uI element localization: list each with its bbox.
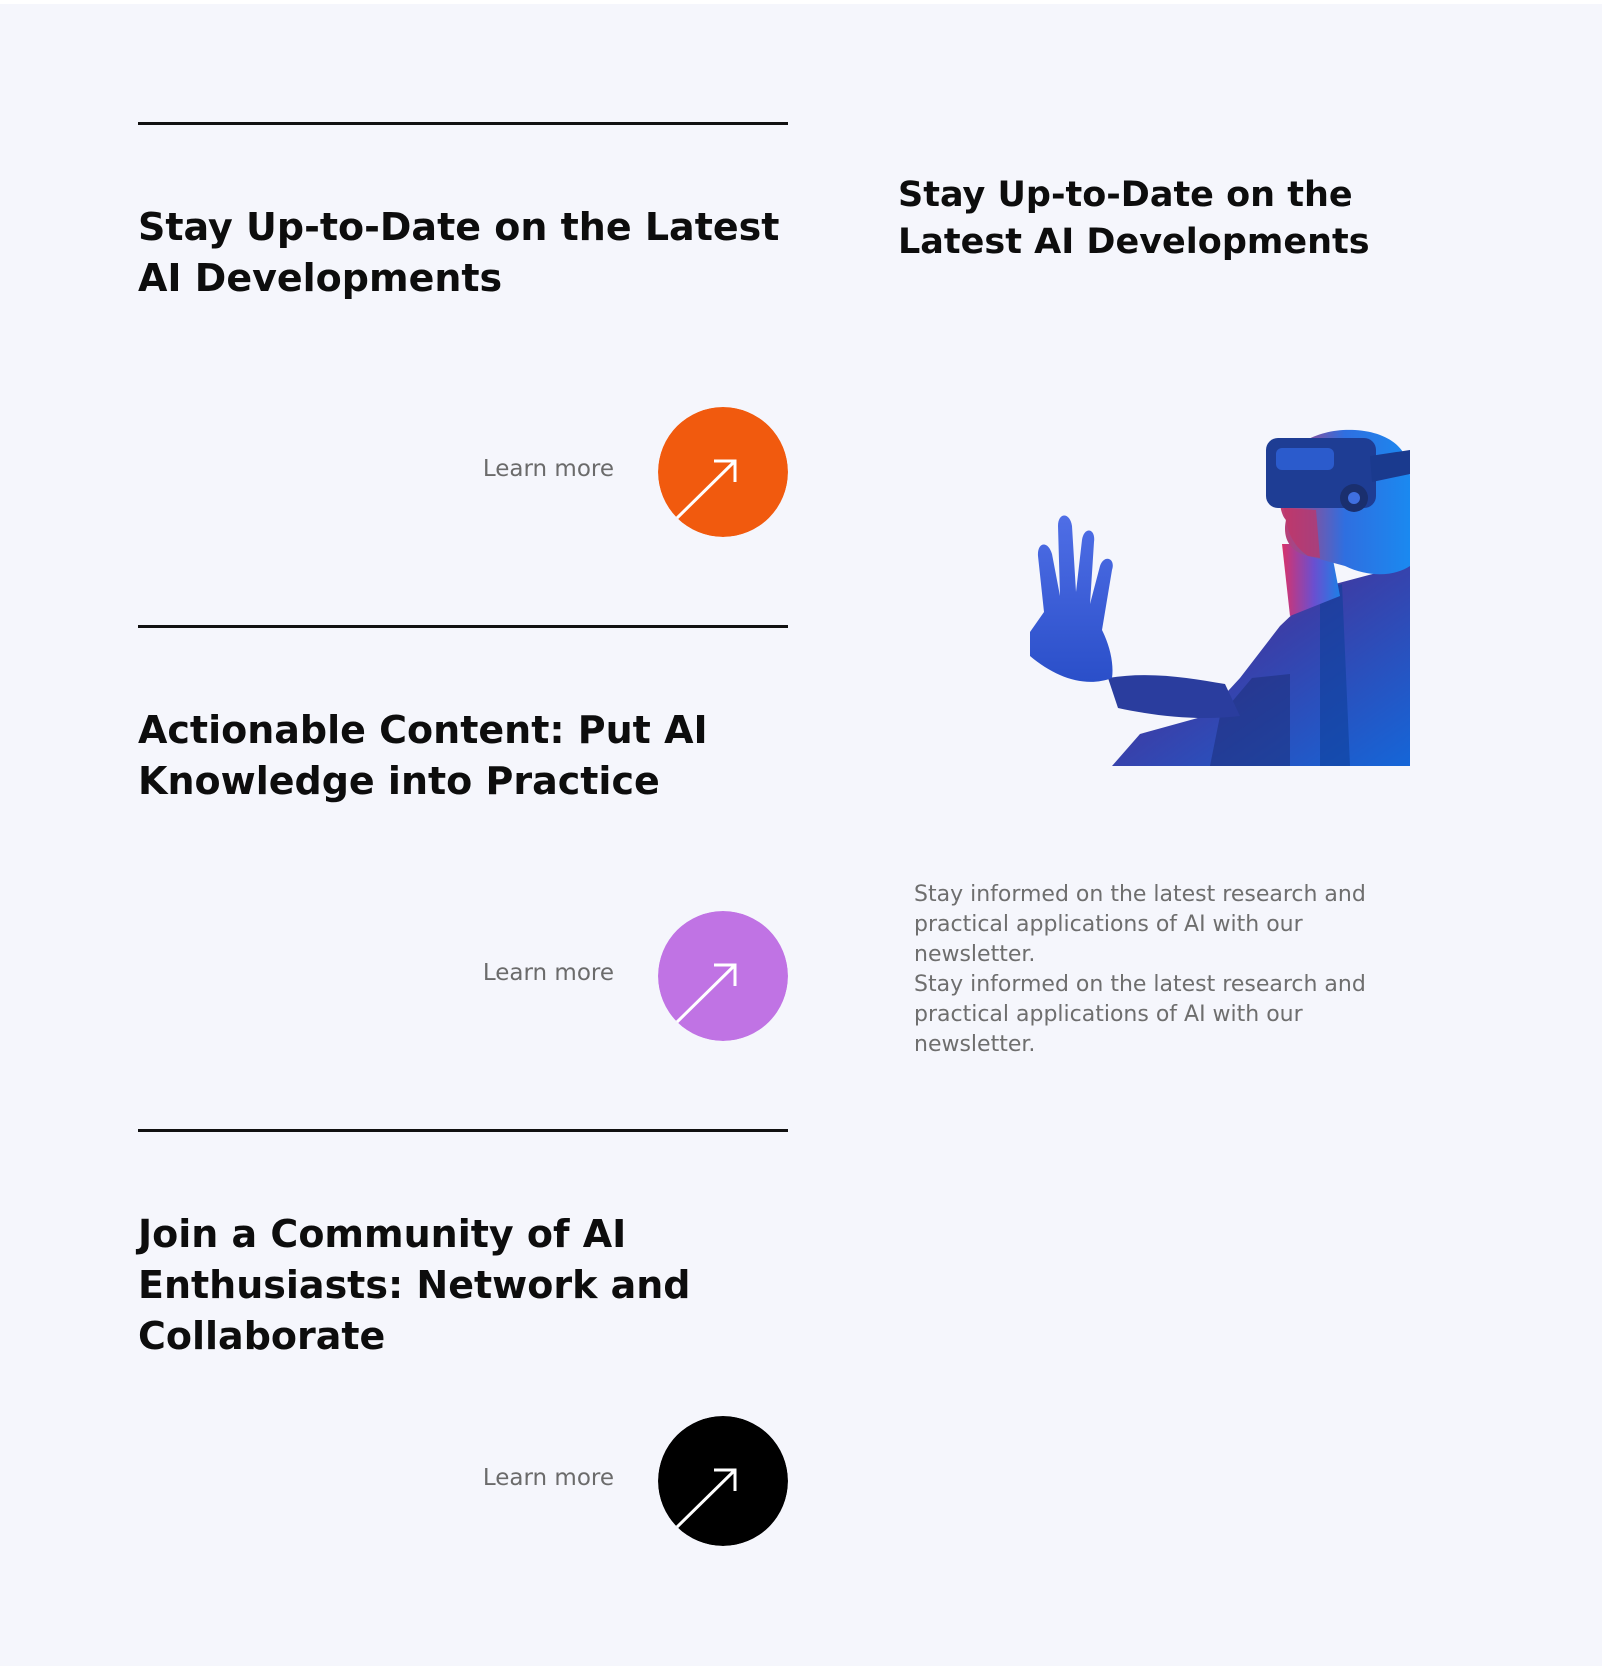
divider [138,625,788,628]
arrow-up-right-icon [658,911,788,1041]
arrow-up-right-icon [658,1416,788,1546]
divider [138,122,788,125]
card-title: Actionable Content: Put AI Knowledge int… [138,708,708,803]
card-title: Join a Community of AI Enthusiasts: Netw… [138,1212,691,1358]
feature-description: Stay informed on the latest research and… [914,972,1366,1057]
arrow-up-right-icon [658,407,788,537]
learn-more-arrow-button[interactable] [658,1416,788,1546]
divider [138,1129,788,1132]
vr-headset-person-image [990,416,1410,766]
card-title: Stay Up-to-Date on the Latest AI Develop… [138,205,780,300]
vr-person-icon [1030,429,1410,766]
feature-card-1: Stay Up-to-Date on the Latest AI Develop… [138,122,788,542]
feature-card-2: Actionable Content: Put AI Knowledge int… [138,625,788,1045]
learn-more-arrow-button[interactable] [658,407,788,537]
feature-description: Stay informed on the latest research and… [914,882,1366,967]
page: Stay Up-to-Date on the Latest AI Develop… [0,4,1602,1666]
learn-more-link[interactable]: Learn more [414,454,614,484]
feature-card-3: Join a Community of AI Enthusiasts: Netw… [138,1129,788,1549]
learn-more-link[interactable]: Learn more [414,1463,614,1493]
learn-more-arrow-button[interactable] [658,911,788,1041]
feature-title: Stay Up-to-Date on the Latest AI Develop… [898,175,1370,262]
learn-more-link[interactable]: Learn more [414,958,614,988]
